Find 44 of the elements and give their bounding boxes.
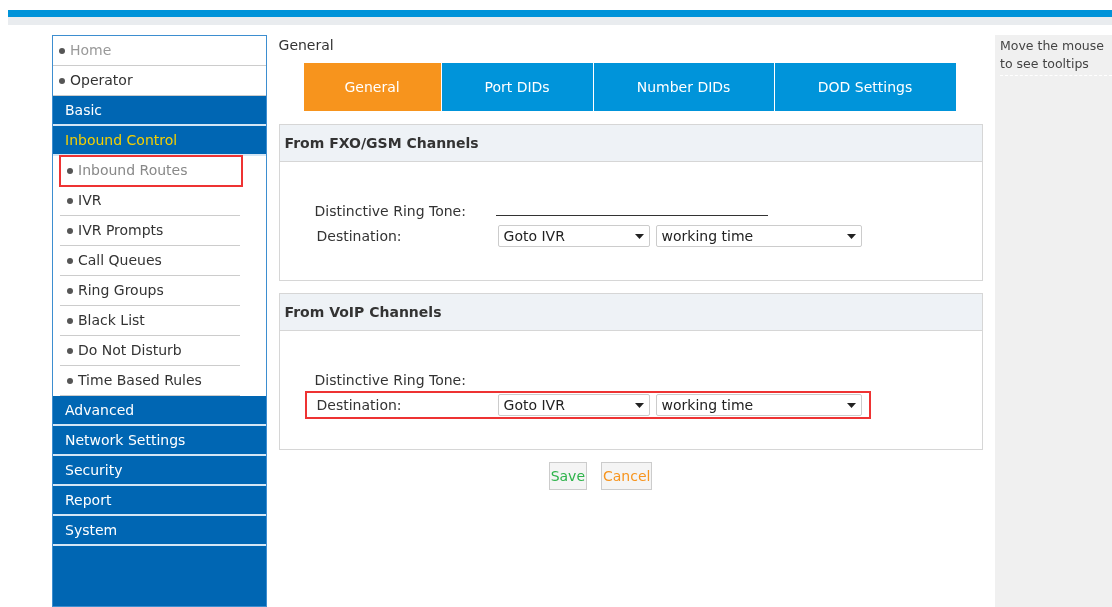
nav-section[interactable]: Security xyxy=(53,456,266,486)
caret-icon xyxy=(634,233,644,239)
bullet-icon xyxy=(59,47,65,54)
field-label: Distinctive Ring Tone: xyxy=(314,201,467,221)
nav-subitem[interactable]: Ring Groups xyxy=(60,276,240,306)
bullet-icon xyxy=(67,317,73,324)
nav-subitem[interactable]: IVR Prompts xyxy=(60,216,240,246)
page-title: General xyxy=(278,36,335,55)
caret-icon xyxy=(634,402,644,408)
nav-subitem[interactable]: Do Not Disturb xyxy=(60,336,240,366)
nav-subitem[interactable]: IVR xyxy=(60,186,240,216)
bullet-icon xyxy=(67,257,73,264)
dropdown[interactable]: Goto IVR xyxy=(497,394,650,416)
section-title: From FXO/GSM Channels xyxy=(279,125,982,162)
tab[interactable]: DOD Settings xyxy=(774,63,956,111)
bullet-icon xyxy=(67,227,73,234)
nav-subitem[interactable]: Time Based Rules xyxy=(60,366,240,396)
dropdown[interactable]: Goto IVR xyxy=(497,225,650,247)
section-title: From VoIP Channels xyxy=(279,294,982,331)
dropdown[interactable]: working time xyxy=(655,394,862,416)
nav-section[interactable]: Basic xyxy=(53,96,266,126)
tab[interactable]: Port DIDs xyxy=(441,63,593,111)
bullet-icon xyxy=(67,287,73,294)
tooltip-hint: Move the mouse to see tooltips xyxy=(1000,37,1112,76)
bullet-icon xyxy=(67,167,73,174)
nav-section[interactable]: Report xyxy=(53,486,266,516)
field-label: Distinctive Ring Tone: xyxy=(314,370,467,390)
nav-section[interactable]: System xyxy=(53,516,266,546)
bullet-icon xyxy=(67,197,73,204)
nav-subitem[interactable]: Inbound Routes xyxy=(60,156,242,186)
field-label: Destination: xyxy=(316,395,403,415)
nav-subitem[interactable]: Black List xyxy=(60,306,240,336)
nav-subitem[interactable]: Call Queues xyxy=(60,246,240,276)
dropdown[interactable]: working time xyxy=(655,225,862,247)
caret-icon xyxy=(846,233,856,239)
nav-section[interactable]: Advanced xyxy=(53,396,266,426)
nav-link[interactable]: Operator xyxy=(53,66,266,96)
field-label: Destination: xyxy=(316,226,403,246)
caret-icon xyxy=(846,402,856,408)
bullet-icon xyxy=(59,77,65,84)
bullet-icon xyxy=(67,377,73,384)
tab[interactable]: Number DIDs xyxy=(593,63,774,111)
nav-section[interactable]: Network Settings xyxy=(53,426,266,456)
bullet-icon xyxy=(67,347,73,354)
